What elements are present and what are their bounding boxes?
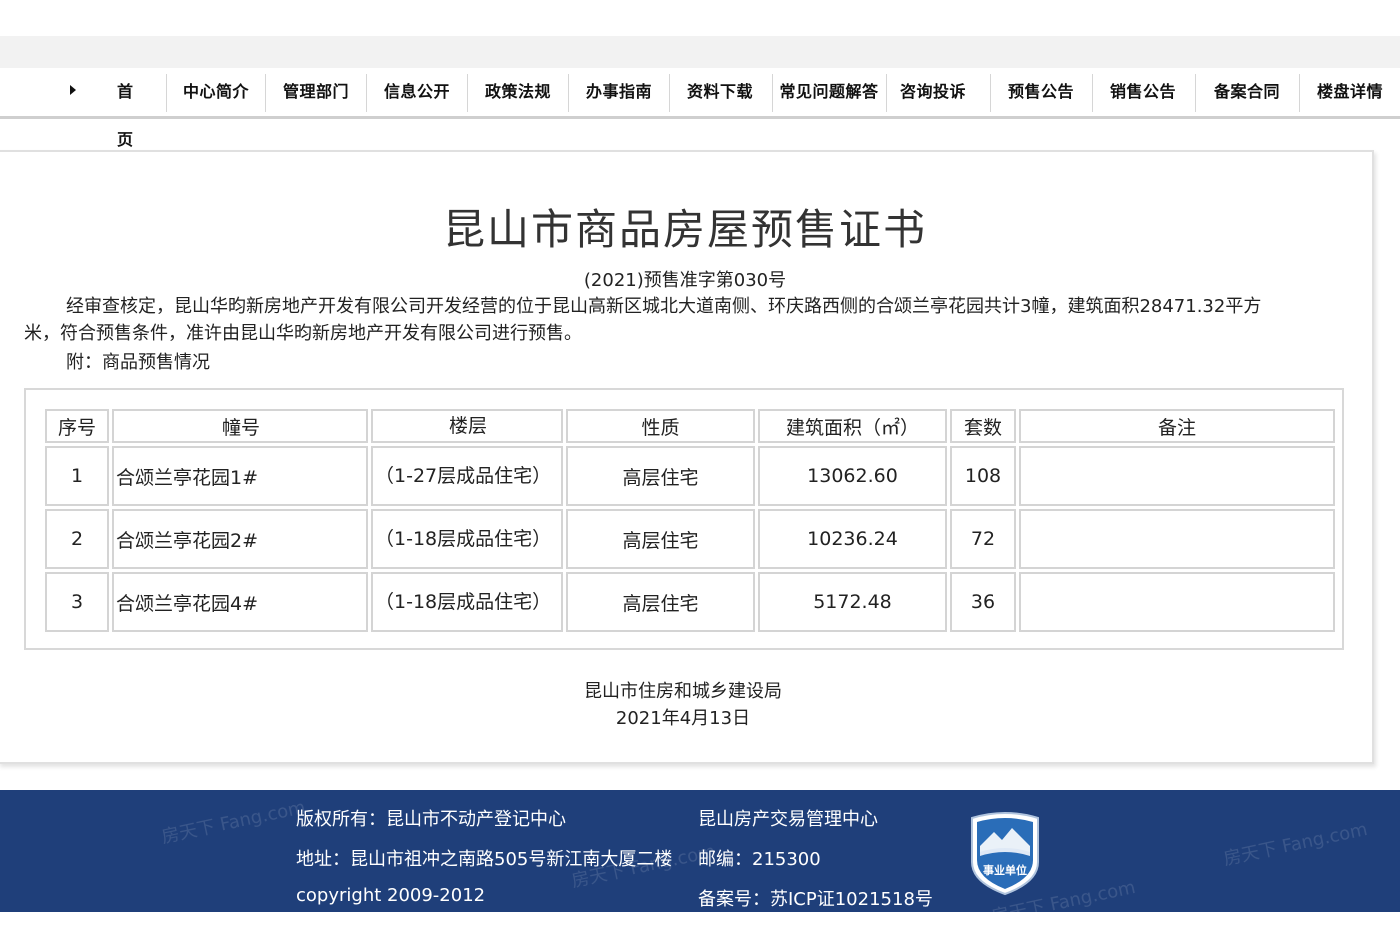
col-header-note: 备注 [1019, 409, 1335, 443]
nav-home[interactable]: 首 页 [96, 68, 166, 149]
nav-presale-notice[interactable]: 预售公告 [991, 68, 1091, 116]
footer-address: 地址：昆山市祖冲之南路505号新江南大厦二楼 [296, 849, 673, 870]
cell-type: 高层住宅 [566, 509, 755, 569]
main-nav: 首 页 中心简介 管理部门 信息公开 政策法规 办事指南 资料下载 常见问题解答… [0, 68, 1400, 149]
nav-project-details[interactable]: 楼盘详情 [1300, 68, 1400, 116]
nav-policies[interactable]: 政策法规 [468, 68, 568, 116]
cell-units: 36 [950, 572, 1016, 632]
nav-sales-notice[interactable]: 销售公告 [1093, 68, 1193, 116]
cell-note [1019, 509, 1335, 569]
watermark: 房天下 Fang.com [1221, 818, 1370, 870]
issuer-name: 昆山市住房和城乡建设局 [584, 681, 782, 702]
cell-units: 108 [950, 446, 1016, 506]
footer-copyright: copyright 2009-2012 [296, 885, 486, 906]
cell-no: 1 [45, 446, 109, 506]
header-banner-strip [0, 36, 1400, 68]
cell-floors: （1-18层成品住宅） [371, 509, 563, 569]
issue-date: 2021年4月13日 [615, 708, 751, 729]
footer-postcode: 邮编：215300 [698, 849, 821, 870]
nav-guide[interactable]: 办事指南 [569, 68, 669, 116]
nav-departments[interactable]: 管理部门 [266, 68, 366, 116]
presale-table: 序号 幢号 楼层 性质 建筑面积（㎡） 套数 备注 1 合颂兰亭花园1# （1-… [42, 406, 1338, 635]
footer-copyright-owner: 版权所有：昆山市不动产登记中心 [296, 809, 566, 830]
nav-about[interactable]: 中心简介 [167, 68, 265, 116]
cell-type: 高层住宅 [566, 446, 755, 506]
col-header-floors: 楼层 [371, 409, 563, 443]
public-institution-badge-icon[interactable]: 事业单位 [966, 810, 1044, 896]
col-header-building: 幢号 [112, 409, 368, 443]
footer-icp[interactable]: 备案号：苏ICP证1021518号 [698, 885, 933, 911]
cell-floors: （1-18层成品住宅） [371, 572, 563, 632]
badge-label: 事业单位 [983, 863, 1027, 877]
cell-no: 2 [45, 509, 109, 569]
cell-no: 3 [45, 572, 109, 632]
cell-note [1019, 446, 1335, 506]
table-row: 3 合颂兰亭花园4# （1-18层成品住宅） 高层住宅 5172.48 36 [45, 572, 1335, 632]
nav-faq[interactable]: 常见问题解答 [773, 68, 885, 116]
cell-units: 72 [950, 509, 1016, 569]
nav-arrow-icon [70, 85, 76, 95]
issuer-block: 昆山市住房和城乡建设局 2021年4月13日 [0, 678, 1366, 732]
col-header-type: 性质 [566, 409, 755, 443]
footer-center-name: 昆山房产交易管理中心 [698, 809, 878, 830]
cell-area: 13062.60 [758, 446, 947, 506]
table-row: 1 合颂兰亭花园1# （1-27层成品住宅） 高层住宅 13062.60 108 [45, 446, 1335, 506]
col-header-area: 建筑面积（㎡） [758, 409, 947, 443]
cell-floors: （1-27层成品住宅） [371, 446, 563, 506]
top-band [0, 0, 1400, 36]
nav-disclosure[interactable]: 信息公开 [367, 68, 467, 116]
certificate-number: (2021)预售准字第030号 [583, 270, 787, 291]
cell-building: 合颂兰亭花园4# [112, 572, 368, 632]
watermark: 房天下 Fang.com [159, 796, 308, 848]
col-header-no: 序号 [45, 409, 109, 443]
table-row: 2 合颂兰亭花园2# （1-18层成品住宅） 高层住宅 10236.24 72 [45, 509, 1335, 569]
col-header-units: 套数 [950, 409, 1016, 443]
nav-complaints[interactable]: 咨询投诉 [887, 68, 979, 116]
nav-filed-contracts[interactable]: 备案合同 [1196, 68, 1298, 116]
cell-area: 5172.48 [758, 572, 947, 632]
cell-area: 10236.24 [758, 509, 947, 569]
presale-table-box: 序号 幢号 楼层 性质 建筑面积（㎡） 套数 备注 1 合颂兰亭花园1# （1-… [24, 388, 1344, 650]
certificate-body: 经审查核定，昆山华昀新房地产开发有限公司开发经营的位于昆山高新区城北大道南侧、环… [24, 296, 1262, 344]
cell-building: 合颂兰亭花园1# [112, 446, 368, 506]
nav-downloads[interactable]: 资料下载 [670, 68, 770, 116]
cell-building: 合颂兰亭花园2# [112, 509, 368, 569]
table-header-row: 序号 幢号 楼层 性质 建筑面积（㎡） 套数 备注 [45, 409, 1335, 443]
attachment-label: 附：商品预售情况 [66, 352, 210, 373]
cell-type: 高层住宅 [566, 572, 755, 632]
cell-note [1019, 572, 1335, 632]
certificate-title: 昆山市商品房屋预售证书 [442, 205, 927, 254]
